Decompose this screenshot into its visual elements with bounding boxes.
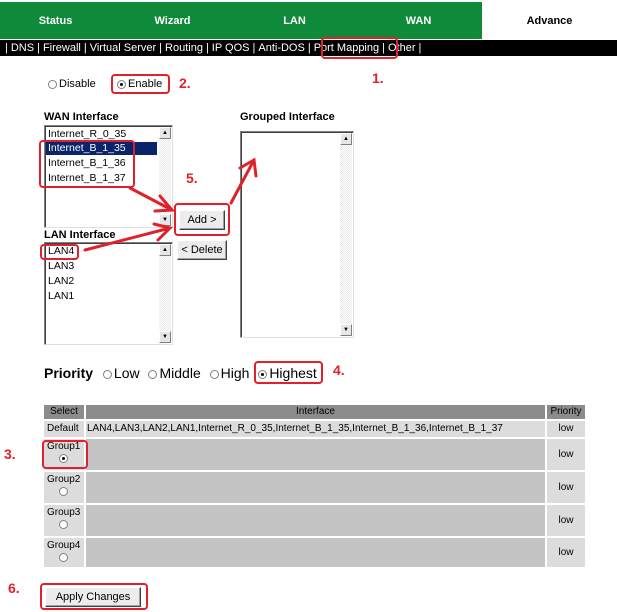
priority-high-label: High [220, 365, 250, 381]
highlight-group1 [42, 440, 88, 469]
priority-low-label: Low [113, 365, 140, 381]
group3-label: Group3 [47, 507, 81, 518]
group4-label: Group4 [47, 540, 81, 551]
priority-low-radio[interactable] [102, 369, 112, 379]
row-group2-select[interactable]: Group2 [44, 472, 84, 503]
priority-label: Priority [44, 365, 94, 381]
row-group4-interface [86, 538, 545, 567]
row-group3-interface [86, 505, 545, 536]
row-group4-select[interactable]: Group4 [44, 538, 84, 567]
row-default-select: Default [44, 421, 84, 437]
priority-middle-label: Middle [159, 365, 201, 381]
row-group1-priority: low [547, 439, 585, 470]
highlight-apply [40, 583, 148, 610]
priority-high-radio[interactable] [209, 369, 219, 379]
header-interface: Interface [86, 405, 545, 419]
priority-high-option[interactable]: High [209, 365, 250, 381]
group3-radio[interactable] [58, 519, 68, 529]
group4-radio[interactable] [58, 552, 68, 562]
row-group4-priority: low [547, 538, 585, 567]
divider-mid [44, 392, 524, 393]
group2-label: Group2 [47, 474, 81, 485]
group2-radio[interactable] [58, 486, 68, 496]
arrow-wan-to-add [128, 186, 174, 212]
annotation-step-4: 4. [333, 362, 345, 378]
row-default-interface: LAN4,LAN3,LAN2,LAN1,Internet_R_0_35,Inte… [86, 421, 545, 437]
row-default-priority: low [547, 421, 585, 437]
priority-middle-option[interactable]: Middle [148, 365, 201, 381]
row-group2-interface [86, 472, 545, 503]
row-group3-select[interactable]: Group3 [44, 505, 84, 536]
header-priority: Priority [547, 405, 585, 419]
annotation-step-6: 6. [8, 580, 20, 596]
priority-middle-radio[interactable] [148, 369, 158, 379]
header-select: Select [44, 405, 84, 419]
priority-low-option[interactable]: Low [102, 365, 140, 381]
row-group2-priority: low [547, 472, 585, 503]
annotation-step-3: 3. [4, 446, 16, 462]
row-group3-priority: low [547, 505, 585, 536]
highlight-highest [254, 361, 323, 384]
row-group1-interface [86, 439, 545, 470]
